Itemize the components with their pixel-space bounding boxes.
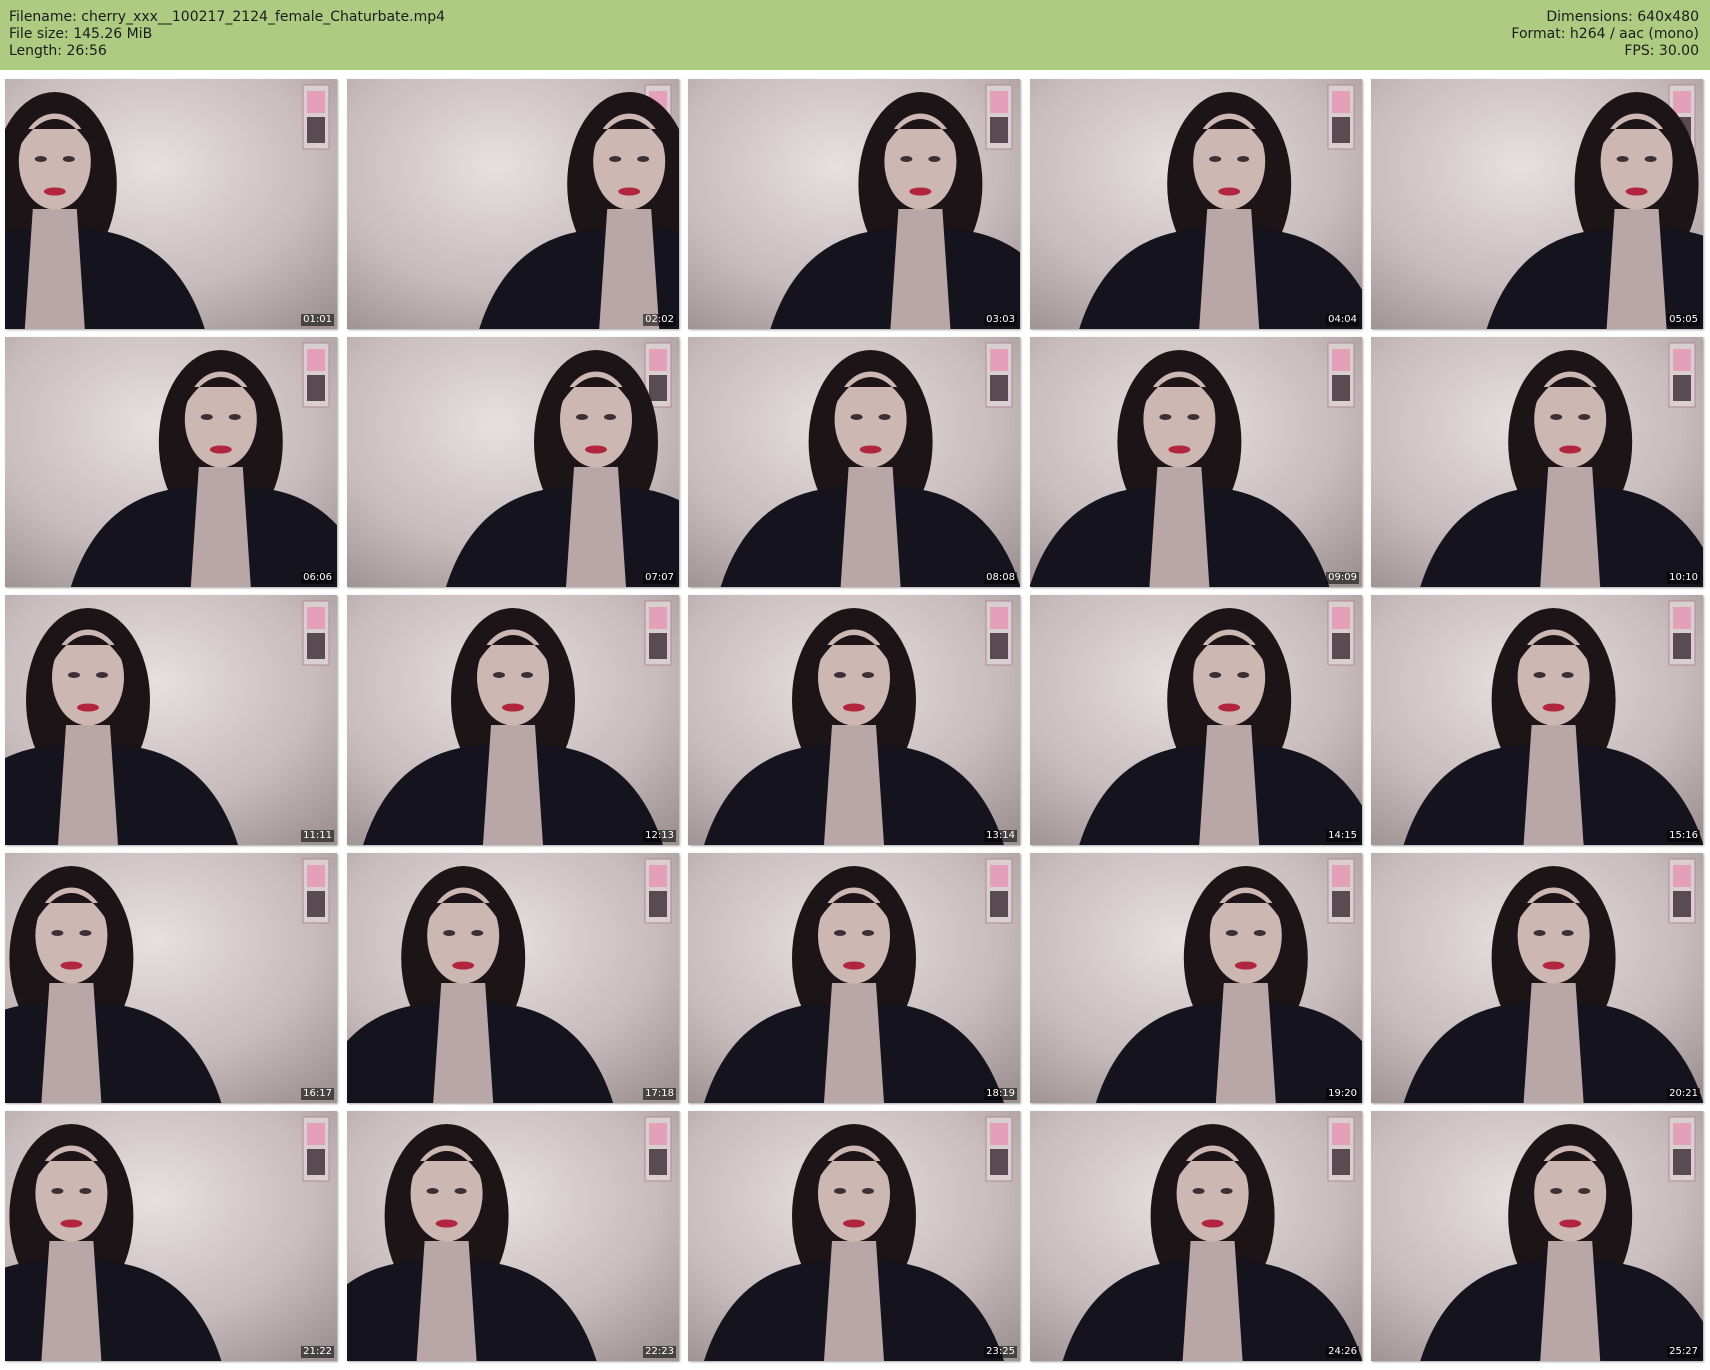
timestamp-label: 01:01	[301, 314, 334, 326]
thumbnail-frame: 03:03	[688, 79, 1020, 329]
thumbnail-frame: 15:16	[1371, 595, 1703, 845]
thumbnail-frame: 09:09	[1030, 337, 1362, 587]
thumbnail-frame: 17:18	[347, 853, 679, 1103]
thumbnail-frame: 18:19	[688, 853, 1020, 1103]
webcam-frame-image	[1030, 1111, 1362, 1361]
timestamp-label: 04:04	[1326, 314, 1359, 326]
thumbnail-frame: 19:20	[1030, 853, 1362, 1103]
timestamp-label: 23:25	[984, 1346, 1017, 1358]
webcam-frame-image	[1030, 337, 1362, 587]
webcam-frame-image	[688, 79, 1020, 329]
webcam-frame-image	[688, 1111, 1020, 1361]
thumbnail-frame: 10:10	[1371, 337, 1703, 587]
timestamp-label: 17:18	[643, 1088, 676, 1100]
file-info: Filename: cherry_xxx__100217_2124_female…	[9, 9, 445, 60]
webcam-frame-image	[688, 337, 1020, 587]
thumbnail-frame: 21:22	[5, 1111, 337, 1361]
thumbnail-frame: 02:02	[347, 79, 679, 329]
webcam-frame-image	[688, 595, 1020, 845]
webcam-frame-image	[1371, 853, 1703, 1103]
info-header: Filename: cherry_xxx__100217_2124_female…	[0, 0, 1710, 70]
filename-text: Filename: cherry_xxx__100217_2124_female…	[9, 9, 446, 25]
thumbnail-frame: 22:23	[347, 1111, 679, 1361]
webcam-frame-image	[1030, 853, 1362, 1103]
timestamp-label: 06:06	[301, 572, 334, 584]
timestamp-label: 14:15	[1326, 830, 1359, 842]
thumbnail-frame: 23:25	[688, 1111, 1020, 1361]
webcam-frame-image	[5, 595, 337, 845]
webcam-frame-image	[347, 595, 679, 845]
video-info: Dimensions: 640x480 Format: h264 / aac (…	[1511, 9, 1699, 60]
format-text: Format: h264 / aac (mono)	[1511, 26, 1699, 42]
timestamp-label: 09:09	[1326, 572, 1359, 584]
webcam-frame-image	[347, 337, 679, 587]
thumbnail-frame: 07:07	[347, 337, 679, 587]
thumbnail-grid: 01:01 02:02 03:03 04:04 05:05 06:06 07:07 08:08…	[5, 79, 1707, 1366]
timestamp-label: 22:23	[643, 1346, 676, 1358]
webcam-frame-image	[1371, 79, 1703, 329]
webcam-frame-image	[1371, 1111, 1703, 1361]
thumbnail-frame: 20:21	[1371, 853, 1703, 1103]
timestamp-label: 15:16	[1667, 830, 1700, 842]
thumbnail-frame: 05:05	[1371, 79, 1703, 329]
timestamp-label: 21:22	[301, 1346, 334, 1358]
timestamp-label: 05:05	[1667, 314, 1700, 326]
timestamp-label: 03:03	[984, 314, 1017, 326]
thumbnail-frame: 04:04	[1030, 79, 1362, 329]
thumbnail-frame: 25:27	[1371, 1111, 1703, 1361]
timestamp-label: 02:02	[643, 314, 676, 326]
thumbnail-frame: 06:06	[5, 337, 337, 587]
fps-text: FPS: 30.00	[1624, 43, 1699, 59]
timestamp-label: 18:19	[984, 1088, 1017, 1100]
webcam-frame-image	[688, 853, 1020, 1103]
thumbnail-frame: 08:08	[688, 337, 1020, 587]
timestamp-label: 07:07	[643, 572, 676, 584]
webcam-frame-image	[1371, 595, 1703, 845]
webcam-frame-image	[347, 79, 679, 329]
timestamp-label: 10:10	[1667, 572, 1700, 584]
length-text: Length: 26:56	[9, 43, 107, 59]
webcam-frame-image	[1030, 595, 1362, 845]
thumbnail-frame: 12:13	[347, 595, 679, 845]
webcam-frame-image	[347, 853, 679, 1103]
webcam-frame-image	[1371, 337, 1703, 587]
thumbnail-frame: 01:01	[5, 79, 337, 329]
webcam-frame-image	[5, 79, 337, 329]
timestamp-label: 12:13	[643, 830, 676, 842]
webcam-frame-image	[347, 1111, 679, 1361]
thumbnail-frame: 24:26	[1030, 1111, 1362, 1361]
thumbnail-frame: 14:15	[1030, 595, 1362, 845]
webcam-frame-image	[5, 1111, 337, 1361]
dimensions-text: Dimensions: 640x480	[1546, 9, 1699, 25]
timestamp-label: 11:11	[301, 830, 334, 842]
timestamp-label: 08:08	[984, 572, 1017, 584]
timestamp-label: 16:17	[301, 1088, 334, 1100]
timestamp-label: 20:21	[1667, 1088, 1700, 1100]
webcam-frame-image	[1030, 79, 1362, 329]
thumbnail-frame: 11:11	[5, 595, 337, 845]
webcam-frame-image	[5, 853, 337, 1103]
timestamp-label: 13:14	[984, 830, 1017, 842]
timestamp-label: 19:20	[1326, 1088, 1359, 1100]
filesize-text: File size: 145.26 MiB	[9, 26, 153, 42]
timestamp-label: 24:26	[1326, 1346, 1359, 1358]
thumbnail-frame: 16:17	[5, 853, 337, 1103]
webcam-frame-image	[5, 337, 337, 587]
thumbnail-frame: 13:14	[688, 595, 1020, 845]
timestamp-label: 25:27	[1667, 1346, 1700, 1358]
